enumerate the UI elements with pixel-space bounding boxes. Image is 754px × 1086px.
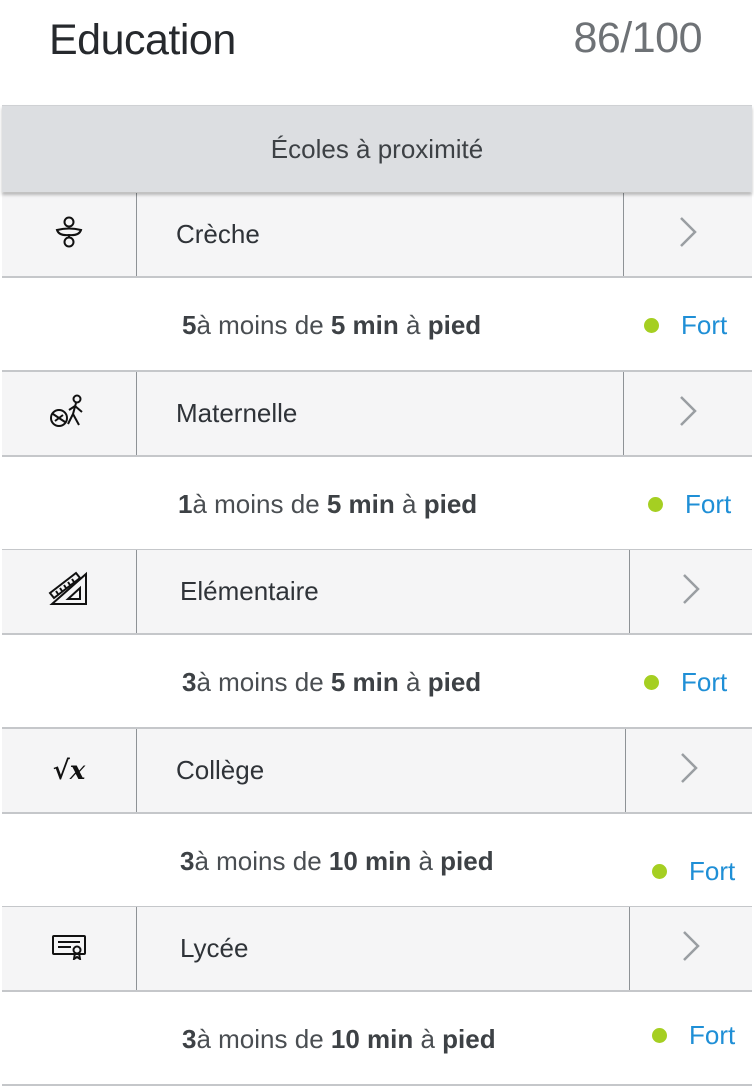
category-icon-cell: √x [2,729,137,812]
page-title: Education [49,16,236,64]
walk-time: 5 min [330,309,399,340]
detail-row-college: 3 à moins de 10 min à pied Fort [2,816,752,908]
detail-row-maternelle: 1 à moins de 5 min à pied Fort [2,459,752,551]
child-ball-icon [49,394,89,433]
category-chevron-cell[interactable] [623,372,752,455]
chevron-right-icon[interactable] [680,572,702,611]
rating-label: Fort [689,855,736,886]
by-text: à [413,1023,443,1054]
school-count: 5 [182,309,197,340]
diploma-icon [51,932,87,965]
square-root-icon: √x [52,755,86,786]
rating-dot-icon [652,863,667,879]
category-icon-cell [2,907,137,990]
detail-summary: 3 à moins de 5 min à pied [182,637,481,727]
school-count: 3 [182,666,197,697]
chevron-right-icon[interactable] [678,751,700,790]
education-score: 86/100 [573,14,702,62]
within-text: à moins de [196,309,331,340]
detail-row-lycee: 3 à moins de 10 min à pied Fort [2,994,752,1086]
category-row-elementaire[interactable]: Elémentaire [2,550,752,635]
ruler-triangle-icon [48,571,90,612]
category-chevron-cell[interactable] [625,729,752,812]
chevron-right-icon[interactable] [680,929,702,968]
rating-dot-icon [644,317,659,333]
rating-label: Fort [681,309,728,340]
travel-mode: pied [440,845,494,876]
category-icon-cell [2,550,137,633]
travel-mode: pied [427,309,482,340]
school-count: 3 [180,845,195,876]
section-title: Écoles à proximité [270,133,484,164]
walk-time: 10 min [330,1023,414,1054]
detail-row-creche: 5 à moins de 5 min à pied Fort [2,280,752,372]
category-chevron-cell[interactable] [629,907,752,990]
category-icon-cell [2,372,137,455]
school-count: 3 [182,1023,197,1054]
within-text: à moins de [192,488,327,519]
category-chevron-cell[interactable] [623,193,752,276]
rating-dot-icon [644,674,659,690]
category-label: Elémentaire [180,576,319,606]
detail-summary: 3 à moins de 10 min à pied [182,994,496,1084]
category-row-lycee[interactable]: Lycée [2,907,752,992]
rating-label: Fort [681,666,728,697]
category-icon-cell [2,193,137,276]
rating: Fort [648,459,731,549]
section-header-nearby-schools: Écoles à proximité [2,105,752,192]
category-label: Crèche [176,219,260,249]
by-text: à [398,309,428,340]
chevron-right-icon[interactable] [677,394,699,433]
page-header: Education 86/100 [0,0,754,100]
by-text: à [394,488,424,519]
walk-time: 5 min [330,666,399,697]
within-text: à moins de [196,666,331,697]
detail-summary: 3 à moins de 10 min à pied [180,816,494,906]
detail-summary: 1 à moins de 5 min à pied [178,459,477,549]
rating-label: Fort [689,1019,736,1050]
rating-dot-icon [648,496,663,512]
walk-time: 10 min [328,845,412,876]
by-text: à [398,666,428,697]
category-label: Collège [176,755,265,785]
category-row-creche[interactable]: Crèche [2,193,752,278]
detail-summary: 5 à moins de 5 min à pied [182,280,481,370]
detail-row-elementaire: 3 à moins de 5 min à pied Fort [2,637,752,729]
travel-mode: pied [442,1023,496,1054]
rating: Fort [644,637,727,727]
rating: Fort [652,990,735,1080]
school-count: 1 [178,488,193,519]
walk-time: 5 min [326,488,395,519]
category-row-maternelle[interactable]: Maternelle [2,372,752,457]
chevron-right-icon[interactable] [677,215,699,254]
rating: Fort [644,280,727,370]
category-label: Maternelle [176,398,298,428]
rating-dot-icon [652,1027,667,1043]
category-chevron-cell[interactable] [629,550,752,633]
pacifier-icon [53,215,85,254]
travel-mode: pied [423,488,478,519]
rating-label: Fort [685,488,732,519]
category-row-college[interactable]: √x Collège [2,729,752,814]
within-text: à moins de [194,845,329,876]
category-label: Lycée [180,933,249,963]
within-text: à moins de [196,1023,331,1054]
rating: Fort [652,826,735,916]
travel-mode: pied [427,666,482,697]
by-text: à [411,845,441,876]
